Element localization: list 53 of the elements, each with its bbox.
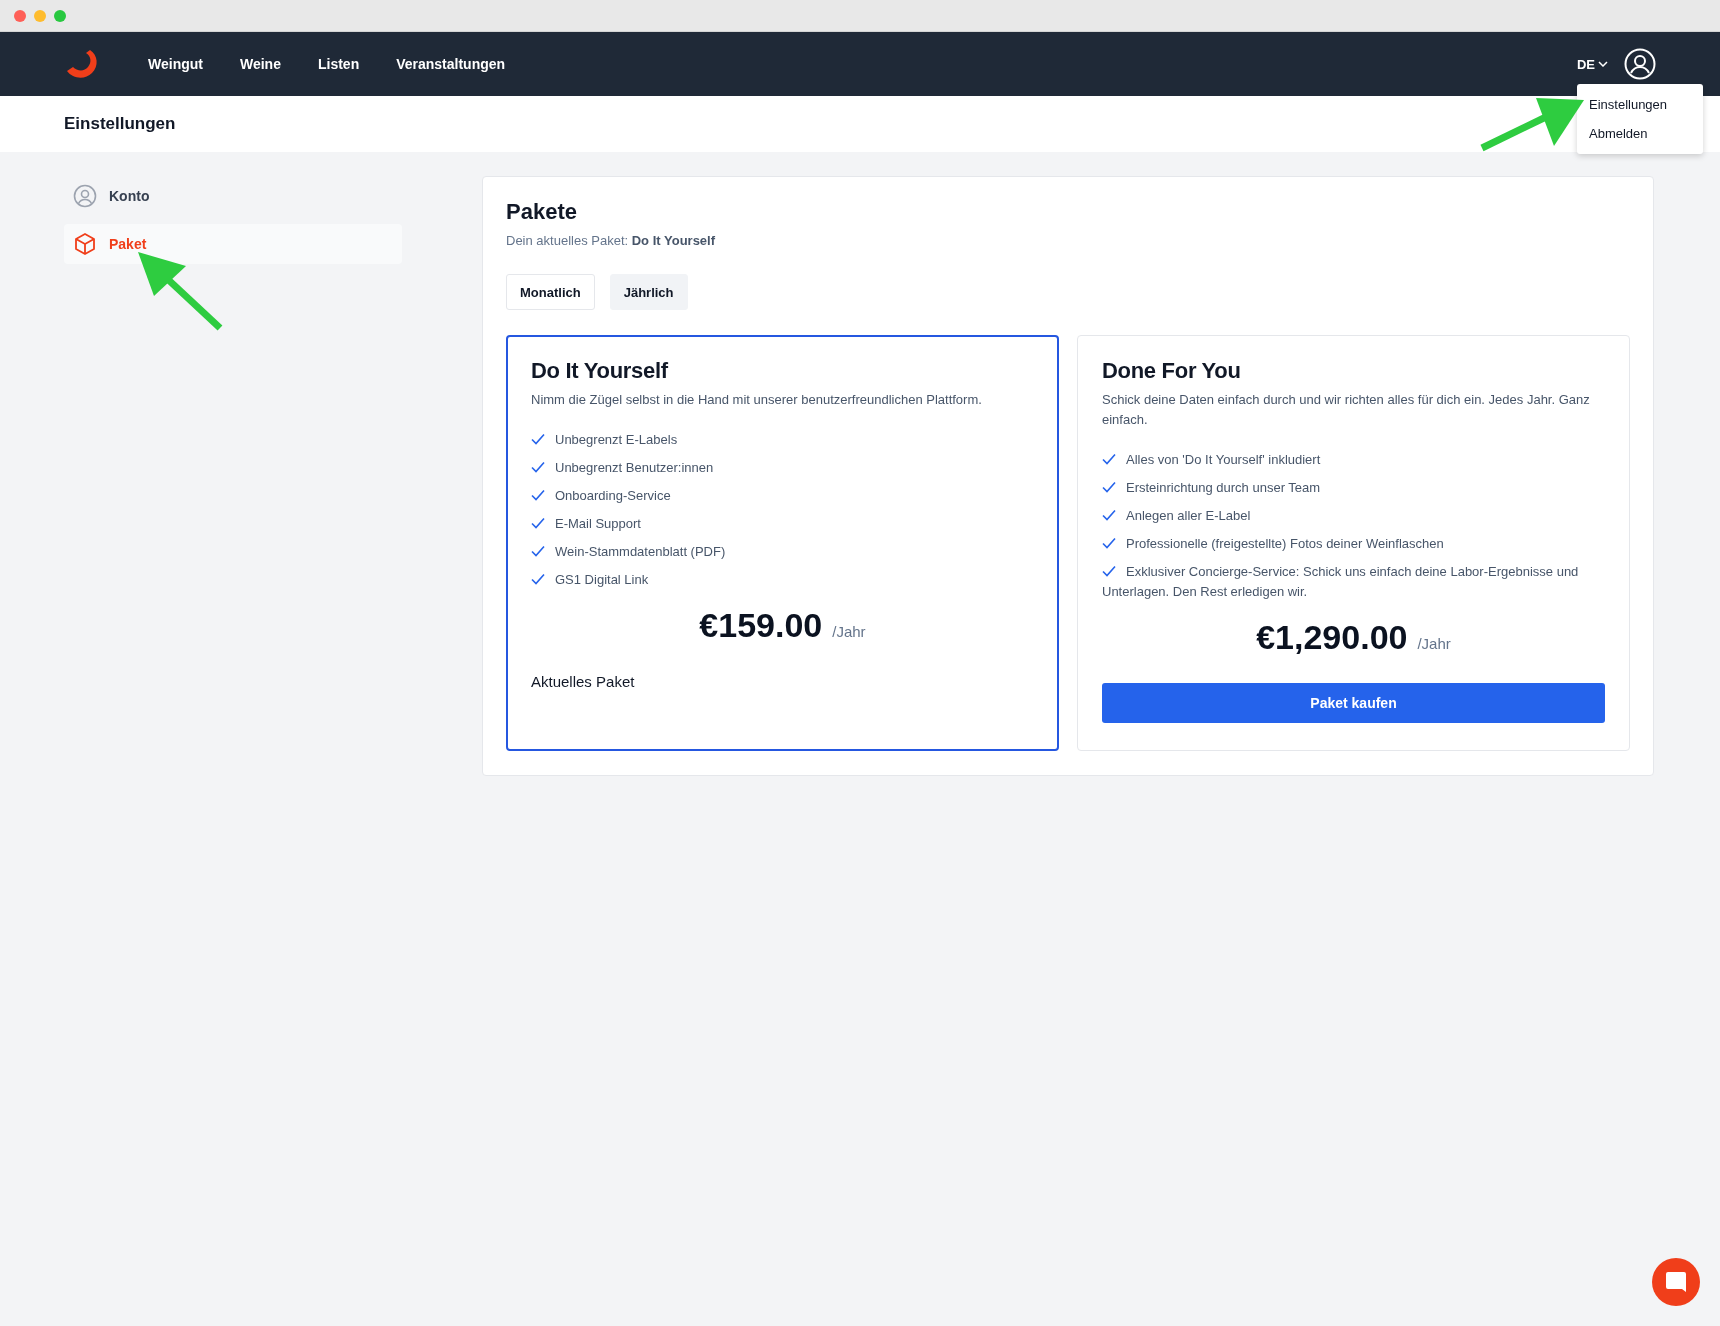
cube-icon [73,232,97,256]
price-period: /Jahr [1417,635,1451,652]
chat-button[interactable] [1652,1258,1700,1306]
current-plan-label: Aktuelles Paket [531,673,636,690]
user-avatar-icon[interactable] [1624,48,1656,80]
nav-link[interactable]: Weine [239,56,281,72]
plan-title: Done For You [1102,358,1242,384]
billing-tab[interactable]: Jährlich [609,274,688,310]
plan-description: Schick deine Daten einfach durch und wir richten alles für dich ein. Jedes Jahr. Ganz einfach. [1102,391,1591,429]
buy-button[interactable]: Paket kaufen [1102,683,1605,723]
check-icon [531,545,545,557]
check-icon [531,489,545,501]
feature-item: Onboarding-Service [531,486,1034,506]
sidebar-item[interactable]: Paket [64,224,402,264]
chevron-down-icon [1598,61,1608,67]
language-selector[interactable]: DE [1576,56,1608,72]
plan-price: €1,290.00 [1256,618,1408,657]
check-icon [531,461,545,473]
plan-price: €159.00 [699,606,823,645]
chat-bubble-icon [1665,1271,1687,1293]
check-icon [531,517,545,529]
close-window-icon[interactable] [14,9,26,22]
feature-item: Anlegen aller E-Label [1102,506,1605,526]
check-icon [1102,481,1116,493]
page-title: Einstellungen [64,114,176,134]
check-icon [1102,537,1116,549]
feature-item: Ersteinrichtung durch unser Team [1102,478,1605,498]
current-package-text: Dein aktuelles Paket: Do It Yourself [506,233,717,248]
check-icon [1102,565,1116,577]
menu-item[interactable]: Abmelden [1577,119,1703,148]
feature-item: GS1 Digital Link [531,570,1034,590]
plan-description: Nimm die Zügel selbst in die Hand mit unserer benutzerfreundlichen Plattform. [531,391,983,409]
feature-item: Exklusiver Concierge-Service: Schick uns einfach deine Labor-Ergebnisse und Unterlagen. Den Rest erledigen wir. [1102,563,1580,601]
nav-link[interactable]: Listen [317,56,360,72]
section-title: Pakete [506,199,578,225]
price-period: /Jahr [832,623,866,640]
nav-link[interactable]: Weingut [148,56,203,72]
feature-item: Unbegrenzt E-Labels [531,430,1034,450]
check-icon [531,433,545,445]
feature-item: Alles von 'Do It Yourself' inkludiert [1102,450,1605,470]
feature-item: E-Mail Support [531,514,1034,534]
sidebar-item[interactable]: Konto [64,176,402,216]
check-icon [531,573,545,585]
feature-item: Wein-Stammdatenblatt (PDF) [531,542,1034,562]
feature-item: Unbegrenzt Benutzer:innen [531,458,1034,478]
menu-item[interactable]: Einstellungen [1577,90,1703,119]
user-circle-icon [73,184,97,208]
plan-title: Do It Yourself [531,358,669,384]
check-icon [1102,453,1116,465]
feature-item: Professionelle (freigestellte) Fotos deiner Weinflaschen [1102,534,1605,554]
billing-tab[interactable]: Monatlich [506,274,595,310]
check-icon [1102,509,1116,521]
nav-link[interactable]: Veranstaltungen [396,56,506,72]
